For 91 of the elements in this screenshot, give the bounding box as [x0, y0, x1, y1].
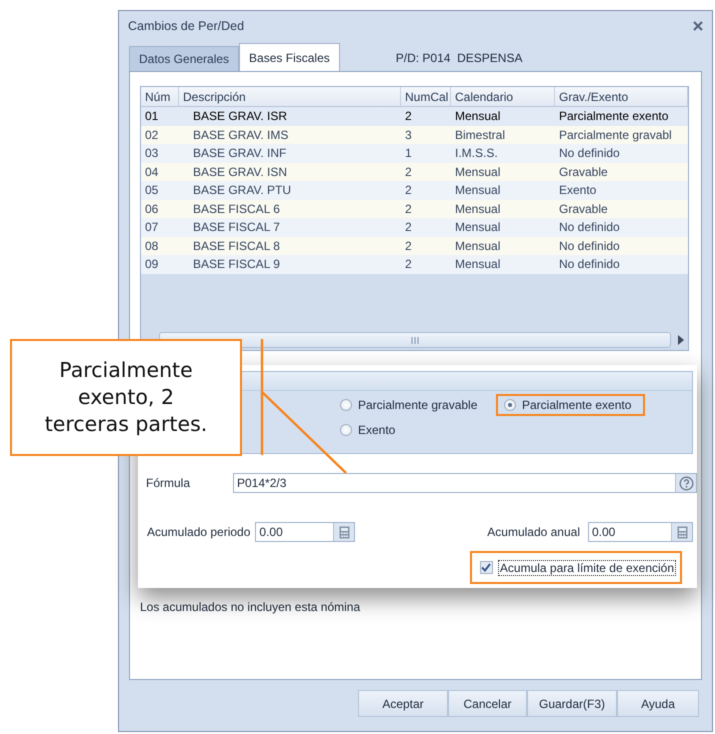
- dialog-button[interactable]: Ayuda: [617, 690, 699, 717]
- table-row[interactable]: 02 BASE GRAV. IMS 3 Bimestral Parcialmente gravabl: [141, 126, 688, 144]
- callout-note: Parcialmente exento, 2 terceras partes.: [10, 339, 242, 456]
- table-cell-text: BASE GRAV. ISN: [192, 164, 288, 179]
- table-cell-text: No definido: [558, 220, 621, 234]
- table-cell-text: 2: [404, 220, 413, 234]
- tab[interactable]: Datos Generales: [129, 46, 240, 71]
- table-cell-text: Mensual: [454, 202, 502, 216]
- field-label: Fórmula: [146, 476, 192, 490]
- table-cell-text: 03: [144, 146, 160, 160]
- table-cell-text: Bimestral: [454, 128, 506, 142]
- radio-button[interactable]: Parcialmente gravable: [332, 394, 486, 416]
- radio-button[interactable]: Exento: [332, 419, 404, 441]
- table-cell-text: BASE GRAV. PTU: [192, 183, 292, 198]
- radio-button[interactable]: Parcialmente exento: [496, 394, 646, 416]
- table-cell-text: 2: [404, 257, 413, 272]
- column-header[interactable]: Descripción: [179, 87, 401, 106]
- table-cell-text: BASE FISCAL 7: [192, 220, 281, 234]
- table-cell-text: BASE FISCAL 8: [192, 238, 281, 253]
- table-cell-text: Mensual: [454, 220, 502, 234]
- table-cell-text: I.M.S.S.: [454, 146, 499, 160]
- field-label: Acumulado anual: [487, 525, 580, 539]
- radio-circle[interactable]: [340, 399, 352, 411]
- table-cell-text: 2: [404, 183, 413, 198]
- scrollbar-thumb[interactable]: [159, 332, 671, 348]
- table-cell-text: 05: [144, 183, 160, 198]
- table-cell-text: Mensual: [454, 238, 502, 253]
- table-row[interactable]: 09 BASE FISCAL 9 2 Mensual No definido: [141, 255, 688, 274]
- table-cell-text: 2: [404, 238, 413, 253]
- table-cell-text: Gravable: [558, 202, 609, 216]
- table-cell-text: No definido: [558, 146, 621, 160]
- table-row[interactable]: 01 BASE GRAV. ISR 2 Mensual Parcialmente exento: [141, 107, 688, 126]
- table-cell-text: Gravable: [558, 164, 609, 179]
- table-cell-text: 07: [144, 220, 160, 234]
- dialog-button[interactable]: Aceptar: [358, 690, 448, 717]
- radio-circle[interactable]: [504, 399, 516, 411]
- table-cell-text: Exento: [558, 183, 598, 198]
- status-text: Los acumulados no incluyen esta nómina: [140, 600, 362, 614]
- table-cell-text: BASE GRAV. IMS: [192, 128, 290, 142]
- table-cell-text: 1: [404, 146, 413, 160]
- column-header[interactable]: Calendario: [451, 87, 555, 106]
- table-cell-text: BASE GRAV. INF: [192, 146, 288, 160]
- column-header[interactable]: Núm: [141, 87, 179, 106]
- dialog-button[interactable]: Guardar(F3): [527, 690, 617, 717]
- table-cell-text: No definido: [558, 257, 621, 272]
- table-cell-text: BASE FISCAL 9: [192, 257, 281, 272]
- table-cell-text: Parcialmente exento: [558, 109, 670, 124]
- table-cell-text: 3: [404, 128, 413, 142]
- close-icon[interactable]: [692, 20, 704, 32]
- table-row[interactable]: 06 BASE FISCAL 6 2 Mensual Gravable: [141, 200, 688, 218]
- input-field[interactable]: P014*2/3: [233, 473, 697, 493]
- scroll-right-icon[interactable]: [677, 335, 685, 345]
- calculator-icon[interactable]: [677, 526, 687, 538]
- input-field[interactable]: 0.00: [588, 522, 693, 542]
- table-cell-text: 2: [404, 109, 413, 124]
- table-row[interactable]: 04 BASE GRAV. ISN 2 Mensual Gravable: [141, 162, 688, 181]
- dialog-button[interactable]: Cancelar: [448, 690, 527, 717]
- table-cell-text: Parcialmente gravabl: [558, 128, 673, 142]
- input-field[interactable]: 0.00: [255, 522, 356, 542]
- table-cell-text: Mensual: [454, 183, 502, 198]
- table-cell-text: 04: [144, 164, 160, 179]
- checkbox[interactable]: Acumula para límite de exención: [470, 551, 682, 584]
- grip-icon: [410, 336, 420, 344]
- table-cell-text: BASE FISCAL 6: [192, 202, 281, 216]
- table-cell-text: 2: [404, 202, 413, 216]
- radio-circle[interactable]: [340, 424, 352, 436]
- table-cell-text: BASE GRAV. ISR: [192, 109, 288, 124]
- column-header[interactable]: Grav./Exento: [555, 87, 688, 106]
- field-label: Acumulado periodo: [147, 525, 250, 539]
- table-cell-text: 01: [144, 109, 160, 124]
- record-label: P/D: P014 DESPENSA: [396, 51, 522, 65]
- column-header[interactable]: NumCal: [401, 87, 451, 106]
- window-title: Cambios de Per/Ded: [128, 19, 244, 33]
- table-row[interactable]: 05 BASE GRAV. PTU 2 Mensual Exento: [141, 181, 688, 200]
- table-cell-text: 02: [144, 128, 160, 142]
- table-cell-text: Mensual: [454, 164, 502, 179]
- table-cell-text: 08: [144, 238, 160, 253]
- help-icon[interactable]: [679, 476, 693, 490]
- table-cell-text: 2: [404, 164, 413, 179]
- table-row[interactable]: 07 BASE FISCAL 7 2 Mensual No definido: [141, 218, 688, 236]
- table-cell-text: 09: [144, 257, 160, 272]
- table-cell-text: Mensual: [454, 109, 502, 124]
- calculator-icon[interactable]: [339, 526, 350, 538]
- table-cell-text: 06: [144, 202, 160, 216]
- tab[interactable]: Bases Fiscales: [239, 43, 340, 71]
- table-cell-text: Mensual: [454, 257, 502, 272]
- checkbox-box[interactable]: [480, 561, 493, 574]
- table-row[interactable]: 03 BASE GRAV. INF 1 I.M.S.S. No definido: [141, 144, 688, 162]
- table-row[interactable]: 08 BASE FISCAL 8 2 Mensual No definido: [141, 236, 688, 255]
- check-icon: [481, 563, 492, 572]
- table-cell-text: No definido: [558, 238, 621, 253]
